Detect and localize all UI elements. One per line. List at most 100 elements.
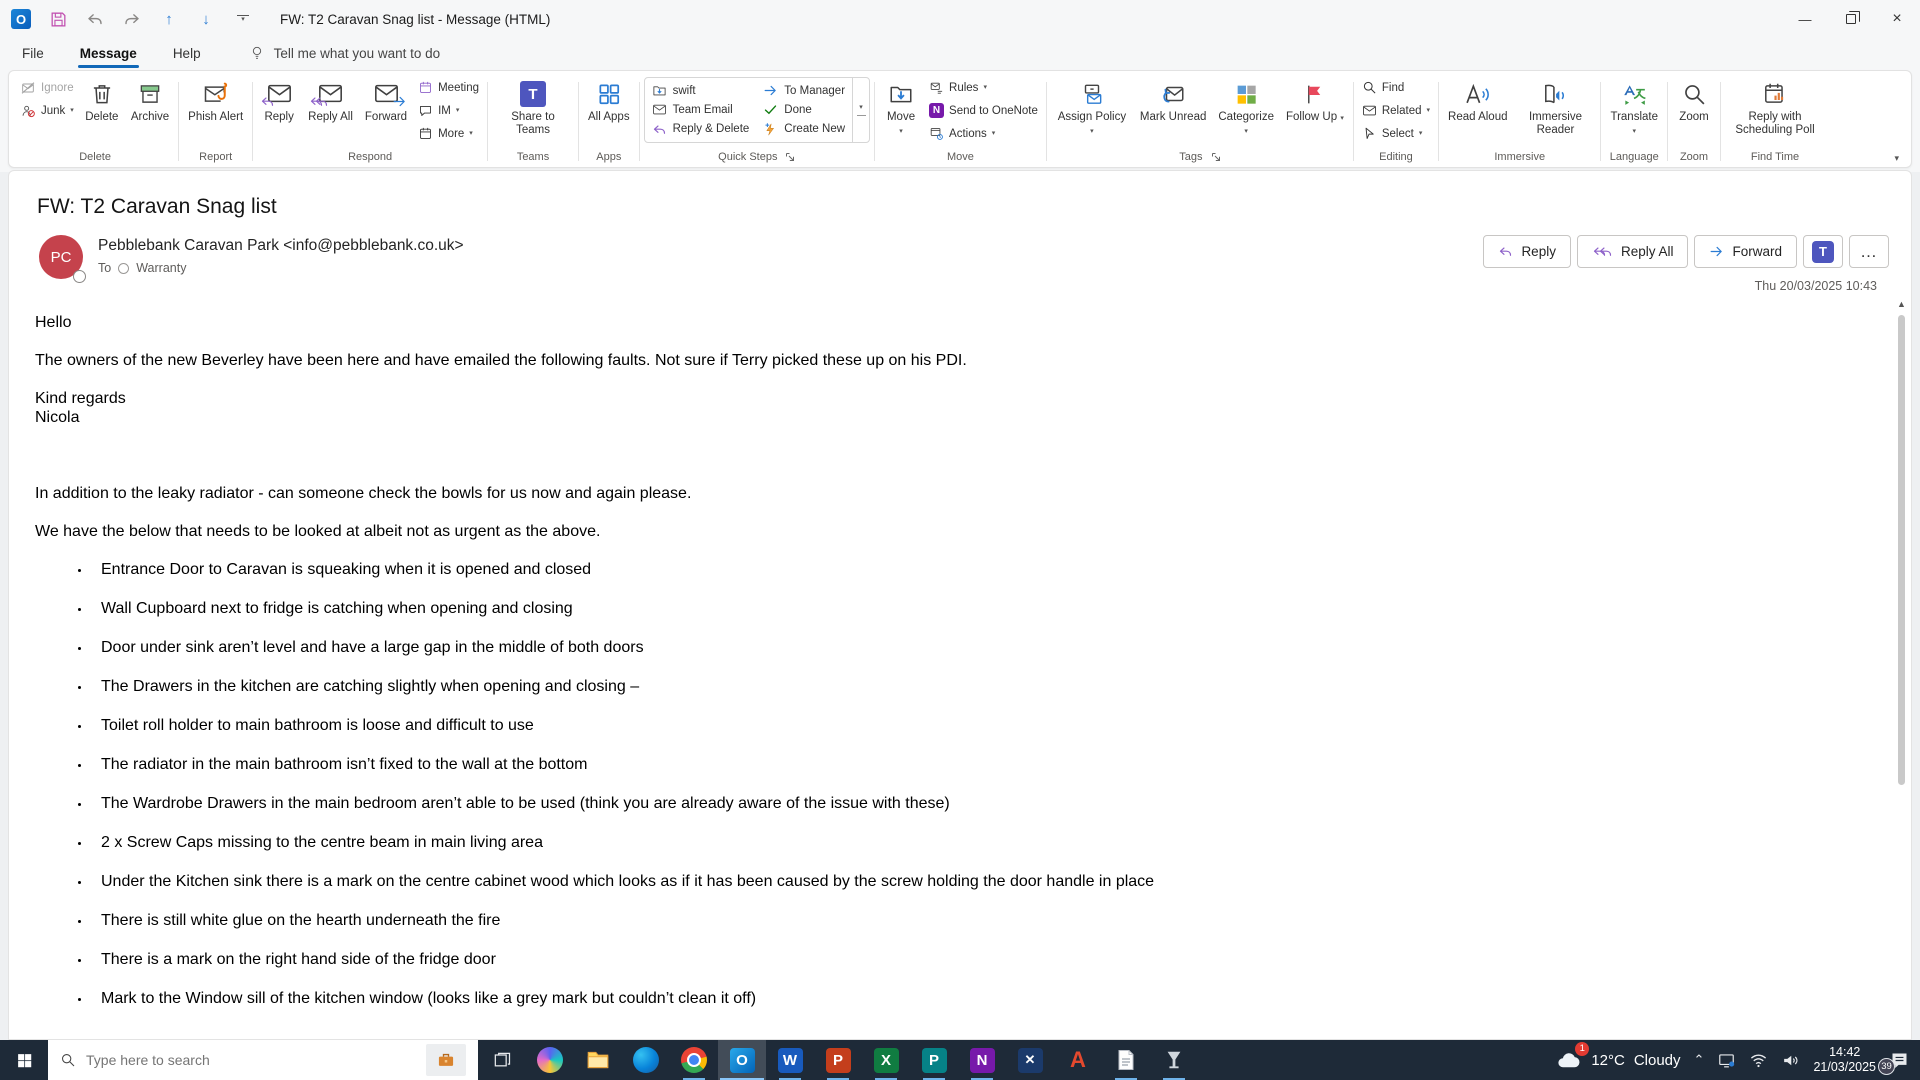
find-button[interactable]: Find: [1358, 77, 1434, 98]
taskbar-copilot[interactable]: [526, 1040, 574, 1080]
minimize-button[interactable]: —: [1782, 0, 1828, 38]
more-actions-button[interactable]: …: [1849, 235, 1889, 268]
sender-avatar[interactable]: PC: [39, 235, 83, 279]
tray-chevron-up-icon[interactable]: ⌃: [1694, 1052, 1705, 1068]
dialog-launcher-icon[interactable]: [785, 152, 795, 162]
group-editing: Find Related▾ Select▾ Editing: [1355, 74, 1437, 167]
taskbar-powerpoint[interactable]: P: [814, 1040, 862, 1080]
weather-widget[interactable]: 1 12°C Cloudy: [1555, 1047, 1680, 1074]
redo-icon[interactable]: [121, 8, 143, 30]
save-icon[interactable]: [47, 8, 69, 30]
taskbar-clock[interactable]: 14:42 21/03/2025: [1813, 1045, 1876, 1075]
volume-icon[interactable]: [1781, 1051, 1800, 1070]
chevron-down-icon: ▾: [983, 84, 987, 91]
translate-button[interactable]: Translate▾: [1605, 74, 1663, 137]
taskbar-word[interactable]: W: [766, 1040, 814, 1080]
taskbar-app-document[interactable]: [1102, 1040, 1150, 1080]
ellipsis-icon: …: [1860, 242, 1878, 262]
body-paragraph: In addition to the leaky radiator - can …: [35, 484, 1851, 503]
scrollbar-thumb[interactable]: [1898, 315, 1905, 785]
reply-header-button[interactable]: Reply: [1483, 235, 1571, 268]
dialog-launcher-icon[interactable]: [1211, 152, 1221, 162]
phish-alert-button[interactable]: Phish Alert: [183, 74, 248, 124]
sender-address[interactable]: Pebblebank Caravan Park <info@pebblebank…: [98, 237, 464, 255]
mark-unread-button[interactable]: Mark Unread: [1135, 74, 1211, 124]
list-item: There is still white glue on the hearth …: [91, 911, 1851, 930]
group-delete: Ignore Junk▾ Delete Archive Delete: [13, 74, 177, 167]
close-button[interactable]: ×: [1874, 0, 1920, 38]
junk-button[interactable]: Junk▾: [16, 100, 78, 121]
taskbar-search[interactable]: [48, 1040, 478, 1080]
move-to-folder-icon: [652, 83, 667, 98]
start-button[interactable]: [0, 1040, 48, 1080]
more-respond-button[interactable]: More▾: [414, 123, 483, 144]
rules-button[interactable]: Rules▾: [925, 77, 1042, 98]
taskbar-app-goblet[interactable]: [1150, 1040, 1198, 1080]
taskbar-outlook[interactable]: O: [718, 1040, 766, 1080]
ignore-button[interactable]: Ignore: [16, 77, 78, 98]
reply-button[interactable]: Reply: [257, 74, 301, 124]
taskbar-app-a[interactable]: A: [1054, 1040, 1102, 1080]
quick-step-swift[interactable]: swift: [652, 83, 750, 98]
scroll-up-icon[interactable]: ▲: [1897, 299, 1906, 309]
quick-step-done[interactable]: Done: [763, 102, 845, 117]
goblet-app-icon: [1163, 1049, 1185, 1071]
quick-step-to-manager[interactable]: To Manager: [763, 83, 845, 98]
related-button[interactable]: Related▾: [1358, 100, 1434, 121]
move-down-icon[interactable]: ↓: [195, 8, 217, 30]
wifi-icon[interactable]: [1749, 1051, 1768, 1070]
meeting-button[interactable]: Meeting: [414, 77, 483, 98]
restore-button[interactable]: [1828, 0, 1874, 38]
tab-help[interactable]: Help: [171, 46, 203, 61]
tell-me-box[interactable]: Tell me what you want to do: [249, 45, 441, 61]
taskbar-onenote[interactable]: N: [958, 1040, 1006, 1080]
assign-policy-button[interactable]: Assign Policy ▾: [1051, 74, 1133, 137]
notification-center-button[interactable]: 39: [1889, 1050, 1910, 1071]
taskbar-app-navy[interactable]: ✕: [1006, 1040, 1054, 1080]
forward-header-button[interactable]: Forward: [1694, 235, 1797, 268]
share-to-teams-button[interactable]: T Share to Teams: [492, 74, 574, 137]
categorize-button[interactable]: Categorize▾: [1213, 74, 1279, 137]
all-apps-button[interactable]: All Apps: [583, 74, 635, 124]
connect-display-icon[interactable]: [1717, 1051, 1736, 1070]
reply-all-header-button[interactable]: Reply All: [1577, 235, 1689, 268]
send-to-onenote-button[interactable]: N Send to OneNote: [925, 100, 1042, 121]
share-to-teams-header-button[interactable]: T: [1803, 235, 1843, 268]
quick-step-create-new[interactable]: Create New: [763, 122, 845, 137]
undo-icon[interactable]: [84, 8, 106, 30]
im-button[interactable]: IM▾: [414, 100, 483, 121]
tab-message[interactable]: Message: [78, 46, 139, 61]
move-up-icon[interactable]: ↑: [158, 8, 180, 30]
immersive-reader-button[interactable]: Immersive Reader: [1514, 74, 1596, 137]
list-item: The Drawers in the kitchen are catching …: [91, 677, 1851, 696]
select-button[interactable]: Select▾: [1358, 123, 1434, 144]
quick-step-team-email[interactable]: Team Email: [652, 102, 750, 117]
taskbar-chrome[interactable]: [670, 1040, 718, 1080]
taskbar-publisher[interactable]: P: [910, 1040, 958, 1080]
customize-quick-access-icon[interactable]: ▾: [232, 8, 254, 30]
forward-button[interactable]: Forward: [360, 74, 412, 124]
search-highlights-button[interactable]: [426, 1044, 466, 1076]
tab-file[interactable]: File: [20, 46, 46, 61]
actions-button[interactable]: Actions▾: [925, 123, 1042, 144]
task-view-button[interactable]: [478, 1040, 526, 1080]
reply-with-scheduling-poll-button[interactable]: Reply with Scheduling Poll: [1725, 74, 1825, 137]
delete-button[interactable]: Delete: [80, 74, 124, 124]
follow-up-button[interactable]: Follow Up ▾: [1281, 74, 1349, 124]
quick-step-reply-delete[interactable]: Reply & Delete: [652, 122, 750, 137]
recipient-name[interactable]: Warranty: [136, 261, 186, 275]
move-button[interactable]: Move▾: [879, 74, 923, 137]
list-item: 2 x Screw Caps missing to the centre bea…: [91, 833, 1851, 852]
email-body: Hello The owners of the new Beverley hav…: [9, 293, 1911, 1008]
zoom-button[interactable]: Zoom: [1672, 74, 1716, 124]
collapse-ribbon-icon[interactable]: ▾: [1894, 153, 1899, 164]
reply-all-button[interactable]: Reply All: [303, 74, 358, 124]
taskbar-edge[interactable]: [622, 1040, 670, 1080]
taskbar-file-explorer[interactable]: [574, 1040, 622, 1080]
search-input[interactable]: [86, 1052, 416, 1068]
archive-button[interactable]: Archive: [126, 74, 174, 124]
read-aloud-button[interactable]: Read Aloud: [1443, 74, 1512, 124]
vertical-scrollbar[interactable]: ▲: [1895, 299, 1908, 1035]
taskbar-excel[interactable]: X: [862, 1040, 910, 1080]
quick-steps-scrollbar[interactable]: ▾: [852, 78, 869, 142]
